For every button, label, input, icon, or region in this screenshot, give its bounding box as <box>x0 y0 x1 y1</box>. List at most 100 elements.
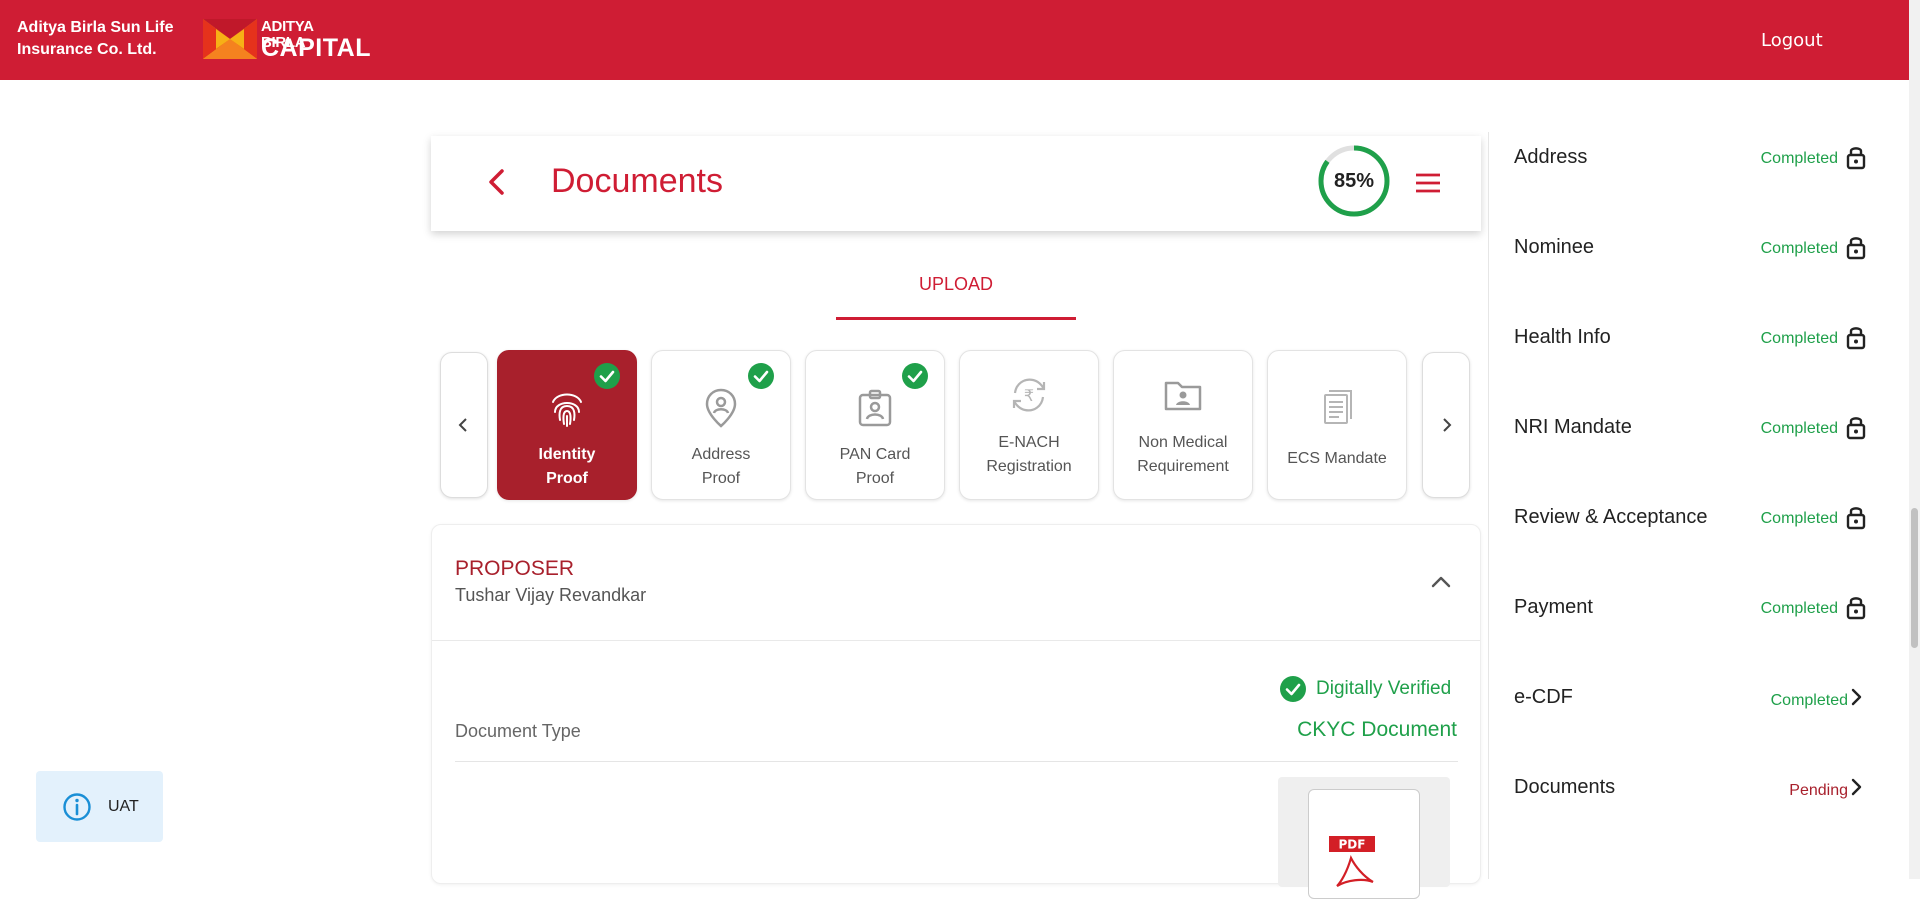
sidebar-item-label: Review & Acceptance <box>1514 506 1708 528</box>
rupee-refresh-icon: ₹ <box>1012 378 1046 412</box>
sidebar-item-payment[interactable]: Payment Completed <box>1489 582 1910 672</box>
pdf-label: PDF <box>1339 838 1366 852</box>
doc-card-label-line2: Registration <box>986 458 1072 475</box>
check-circle-icon <box>748 363 774 389</box>
lock-icon <box>1846 147 1866 170</box>
progress-sidebar: Address Completed Nominee Completed Health I… <box>1488 132 1909 879</box>
sidebar-item-documents[interactable]: Documents Pending <box>1489 762 1910 852</box>
document-type-label: Document Type <box>455 721 581 741</box>
svg-text:₹: ₹ <box>1024 386 1034 405</box>
doc-card-label: PAN Card Proof <box>806 443 944 491</box>
environment-label: UAT <box>108 797 139 815</box>
lock-icon <box>1846 597 1866 620</box>
document-type-value: CKYC Document <box>1297 718 1457 741</box>
sidebar-item-label: Documents <box>1514 776 1616 798</box>
company-name-line1: Aditya Birla Sun Life <box>17 19 174 36</box>
digitally-verified-label: Digitally Verified <box>1316 678 1452 699</box>
doc-card-e-nach-registration[interactable]: ₹ E-NACH Registration <box>959 350 1099 500</box>
doc-card-label-line1: E-NACH <box>998 434 1060 451</box>
location-pin-icon <box>705 388 737 428</box>
check-circle-icon <box>902 363 928 389</box>
doc-card-label: Address Proof <box>652 443 790 491</box>
doc-card-identity-proof[interactable]: Identity Proof <box>497 350 637 500</box>
id-badge-icon <box>858 389 892 427</box>
chevron-up-icon[interactable] <box>1428 569 1454 595</box>
sidebar-item-review-acceptance[interactable]: Review & Acceptance Completed <box>1489 492 1910 582</box>
sidebar-item-label: NRI Mandate <box>1514 416 1632 438</box>
sidebar-item-status: Completed <box>1760 600 1838 617</box>
document-icon <box>1324 390 1352 424</box>
doc-card-label-line2: Requirement <box>1137 458 1229 475</box>
proposer-title: PROPOSER <box>455 557 575 580</box>
check-circle-icon <box>1280 676 1306 702</box>
sidebar-item-status: Completed <box>1760 510 1838 527</box>
sidebar-item-nominee[interactable]: Nominee Completed <box>1489 222 1910 312</box>
check-circle-icon <box>594 363 620 389</box>
environment-badge: UAT <box>36 771 163 842</box>
doc-card-label-line1: PAN Card <box>839 446 911 463</box>
doc-card-label: Identity Proof <box>498 443 636 491</box>
page-header-card: Documents 85% <box>431 136 1481 231</box>
sidebar-item-health-info[interactable]: Health Info Completed <box>1489 312 1910 402</box>
back-arrow-icon[interactable] <box>481 166 513 198</box>
sidebar-item-address[interactable]: Address Completed <box>1489 132 1910 222</box>
aditya-birla-capital-logo: ADITYA BIRLA CAPITAL <box>203 19 370 61</box>
doc-card-label-line1: Address <box>691 446 751 463</box>
divider <box>455 761 1458 762</box>
chevron-left-icon <box>458 418 467 432</box>
tab-upload[interactable]: UPLOAD <box>836 270 1076 320</box>
sidebar-item-label: e-CDF <box>1514 686 1573 708</box>
sidebar-item-nri-mandate[interactable]: NRI Mandate Completed <box>1489 402 1910 492</box>
page-title: Documents <box>551 162 723 200</box>
sidebar-item-label: Payment <box>1514 596 1593 618</box>
carousel-next-button[interactable] <box>1422 352 1470 498</box>
document-carousel: Identity Proof Address Proof PAN Card Pr… <box>440 350 1470 500</box>
company-name-line2: Insurance Co. Ltd. <box>17 41 157 58</box>
doc-card-label-line2: Proof <box>546 470 588 487</box>
doc-card-label-line1: Non Medical <box>1138 434 1228 451</box>
progress-ring: 85% <box>1317 144 1391 218</box>
pdf-icon: PDF <box>1329 836 1375 887</box>
sidebar-item-status: Pending <box>1789 782 1848 799</box>
lock-icon <box>1846 237 1866 260</box>
doc-card-label-line1: ECS Mandate <box>1287 450 1387 467</box>
hamburger-menu-icon[interactable] <box>1413 168 1443 198</box>
doc-card-address-proof[interactable]: Address Proof <box>651 350 791 500</box>
logout-link[interactable]: Logout <box>1761 30 1823 51</box>
pdf-preview[interactable]: PDF <box>1278 777 1450 899</box>
company-name: Aditya Birla Sun Life Insurance Co. Ltd. <box>17 17 173 61</box>
info-icon <box>63 792 91 821</box>
scrollbar-thumb[interactable] <box>1911 508 1918 648</box>
doc-card-label-line1: Identity <box>538 446 596 463</box>
doc-card-label: E-NACH Registration <box>960 431 1098 479</box>
chevron-right-icon <box>1851 778 1862 796</box>
lock-icon <box>1846 507 1866 530</box>
sidebar-item-label: Nominee <box>1514 236 1595 258</box>
fingerprint-icon <box>552 393 582 427</box>
page-scrollbar[interactable] <box>1909 0 1920 879</box>
doc-card-label: ECS Mandate <box>1268 447 1406 471</box>
chevron-right-icon <box>1851 688 1862 706</box>
sidebar-item-label: Address <box>1514 146 1588 168</box>
top-header-bar: Aditya Birla Sun Life Insurance Co. Ltd.… <box>0 0 1909 80</box>
doc-card-label-line2: Proof <box>855 470 895 487</box>
sidebar-item-label: Health Info <box>1514 326 1611 348</box>
pdf-document-thumbnail: PDF <box>1308 789 1420 899</box>
proposer-header[interactable]: PROPOSER Tushar Vijay Revandkar <box>432 525 1480 641</box>
logo-mark-icon <box>203 19 257 59</box>
lock-icon <box>1846 417 1866 440</box>
doc-card-non-medical-requirement[interactable]: Non Medical Requirement <box>1113 350 1253 500</box>
digitally-verified-badge: Digitally Verified <box>1280 675 1451 703</box>
doc-card-pan-card-proof[interactable]: PAN Card Proof <box>805 350 945 500</box>
lock-icon <box>1846 327 1866 350</box>
doc-card-label: Non Medical Requirement <box>1114 431 1252 479</box>
sidebar-item-status: Completed <box>1760 330 1838 347</box>
sidebar-item-e-cdf[interactable]: e-CDF Completed <box>1489 672 1910 762</box>
chevron-right-icon <box>1443 418 1452 432</box>
carousel-prev-button[interactable] <box>440 352 488 498</box>
doc-card-ecs-mandate[interactable]: ECS Mandate <box>1267 350 1407 500</box>
doc-card-label-line2: Proof <box>701 470 741 487</box>
logo-text-bottom: CAPITAL <box>261 34 371 62</box>
sidebar-item-status: Completed <box>1760 150 1838 167</box>
progress-percent-label: 85% <box>1333 169 1375 192</box>
